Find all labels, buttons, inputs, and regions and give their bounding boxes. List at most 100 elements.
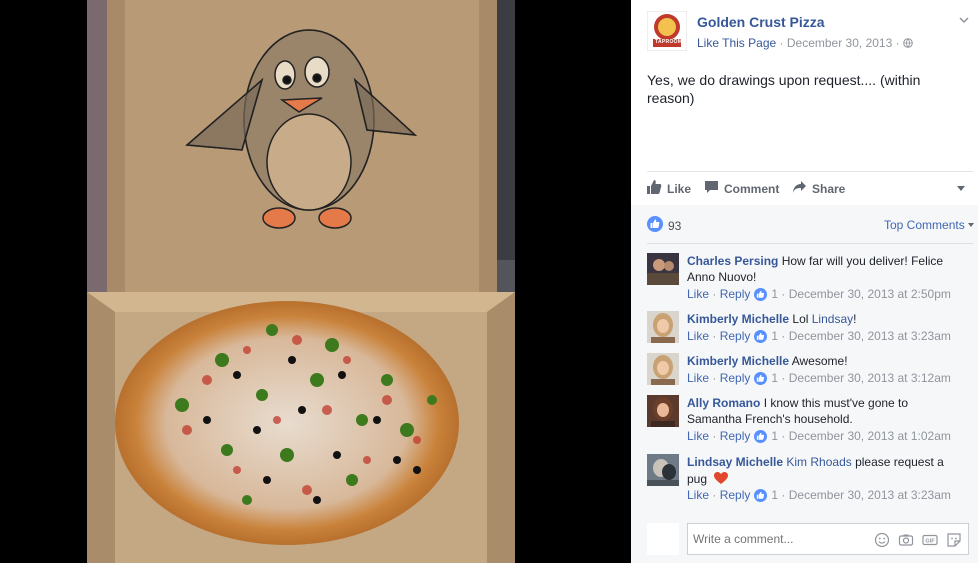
dot: · [781,488,786,502]
comment-like-link[interactable]: Like [687,329,709,343]
comment-body: Ally Romano I know this must've gone to … [687,395,957,427]
commenter-avatar[interactable] [647,353,679,385]
comment-input[interactable] [693,532,843,546]
meta-separator: · [779,36,784,50]
sticker-icon[interactable] [946,532,962,548]
divider [647,243,973,244]
comment-actions: Like · Reply 1 · December 30, 2013 at 2:… [687,287,951,301]
comment-like-count[interactable]: 1 [771,371,778,385]
dot: · [781,329,786,343]
share-label: Share [812,181,846,196]
chevron-down-icon[interactable] [959,14,969,24]
svg-text:GIF: GIF [925,539,935,545]
post-photo[interactable] [87,0,515,563]
comment-body: Kimberly Michelle Awesome! [687,353,957,369]
meta-separator-2: · [895,36,900,50]
comments-section: 93 Top Comments Charles Persing How far … [631,205,978,563]
comment-like-link[interactable]: Like [687,488,709,502]
dot: · [781,371,786,385]
thumbs-up-icon [754,329,768,343]
gif-icon[interactable]: GIF [922,532,938,548]
reaction-count: 93 [668,218,682,233]
post-side-panel: TAPROOM Golden Crust Pizza Like This Pag… [631,0,978,563]
dot: · [781,287,786,301]
comment-timestamp[interactable]: December 30, 2013 at 2:50pm [789,287,951,301]
comment-timestamp[interactable]: December 30, 2013 at 3:23am [789,329,951,343]
top-comments-label: Top Comments [884,218,965,232]
thumbs-up-icon [647,180,662,197]
comment-button[interactable]: Comment [704,180,779,197]
commenter-name[interactable]: Charles Persing [687,254,778,268]
top-comments-dropdown[interactable]: Top Comments [884,218,974,232]
photo-viewer [0,0,631,563]
commenter-name[interactable]: Kimberly Michelle [687,312,789,326]
comment-actions: Like · Reply 1 · December 30, 2013 at 3:… [687,329,951,343]
like-button[interactable]: Like [647,180,691,197]
comment-like-count[interactable]: 1 [771,429,778,443]
dot: · [712,287,717,301]
audience-caret-icon[interactable] [957,186,965,191]
comment-text-suffix: ! [853,312,857,326]
commenter-avatar[interactable] [647,395,679,427]
comment-like-count[interactable]: 1 [771,329,778,343]
post-text: Yes, we do drawings upon request.... (wi… [647,72,921,106]
commenter-avatar[interactable] [647,311,679,343]
comment-text: Awesome! [791,354,848,368]
like-page-link[interactable]: Like This Page [697,36,776,50]
comment-like-link[interactable]: Like [687,429,709,443]
like-reaction-icon [647,216,663,235]
dot: · [712,488,717,502]
dot: · [712,329,717,343]
share-button[interactable]: Share [792,180,845,197]
commenter-avatar[interactable] [647,253,679,285]
comment-actions: Like · Reply 1 · December 30, 2013 at 3:… [687,371,951,385]
commenter-name[interactable]: Lindsay Michelle [687,455,783,469]
page-name-link[interactable]: Golden Crust Pizza [697,14,825,30]
comment-composer[interactable]: GIF [687,523,969,555]
share-arrow-icon [792,180,807,197]
camera-icon[interactable] [898,532,914,548]
thumbs-up-icon [754,371,768,385]
comment-timestamp[interactable]: December 30, 2013 at 3:23am [789,488,951,502]
mention-link[interactable]: Lindsay [812,312,853,326]
pizza-box-image [87,0,515,563]
mention-link[interactable]: Kim Rhoads [786,455,851,469]
comment-actions: Like · Reply 1 · December 30, 2013 at 3:… [687,488,951,502]
comment-like-link[interactable]: Like [687,371,709,385]
dot: · [781,429,786,443]
post-meta: Like This Page · December 30, 2013 · [697,36,913,50]
comment-like-count[interactable]: 1 [771,488,778,502]
thumbs-up-icon [754,287,768,301]
comment-reply-link[interactable]: Reply [720,488,751,502]
reaction-summary[interactable]: 93 [647,216,681,235]
globe-icon [903,37,913,48]
thumbs-up-icon [754,429,768,443]
comment-reply-link[interactable]: Reply [720,371,751,385]
comment-like-link[interactable]: Like [687,287,709,301]
commenter-name[interactable]: Ally Romano [687,396,760,410]
commenter-name[interactable]: Kimberly Michelle [687,354,789,368]
page-avatar[interactable]: TAPROOM [646,10,688,52]
emoji-icon[interactable] [874,532,890,548]
post-action-bar: Like Comment Share [647,171,973,206]
post-date-link[interactable]: December 30, 2013 [787,36,892,50]
like-label: Like [667,181,692,196]
comment-reply-link[interactable]: Reply [720,287,751,301]
heart-emoji-icon [713,470,729,486]
thumbs-up-icon [754,488,768,502]
comment-timestamp[interactable]: December 30, 2013 at 3:12am [789,371,951,385]
comment-body: Kimberly Michelle Lol Lindsay! [687,311,957,327]
comment-reply-link[interactable]: Reply [720,329,751,343]
comment-body: Charles Persing How far will you deliver… [687,253,957,285]
my-avatar [647,523,679,555]
avatar-text: TAPROOM [655,39,683,45]
dot: · [712,371,717,385]
dot: · [712,429,717,443]
comment-timestamp[interactable]: December 30, 2013 at 1:02am [789,429,951,443]
comment-text-prefix: Lol [792,312,812,326]
commenter-avatar[interactable] [647,454,679,486]
comment-body: Lindsay Michelle Kim Rhoads please reque… [687,454,957,487]
comment-like-count[interactable]: 1 [771,287,778,301]
comment-reply-link[interactable]: Reply [720,429,751,443]
speech-bubble-icon [704,180,719,197]
